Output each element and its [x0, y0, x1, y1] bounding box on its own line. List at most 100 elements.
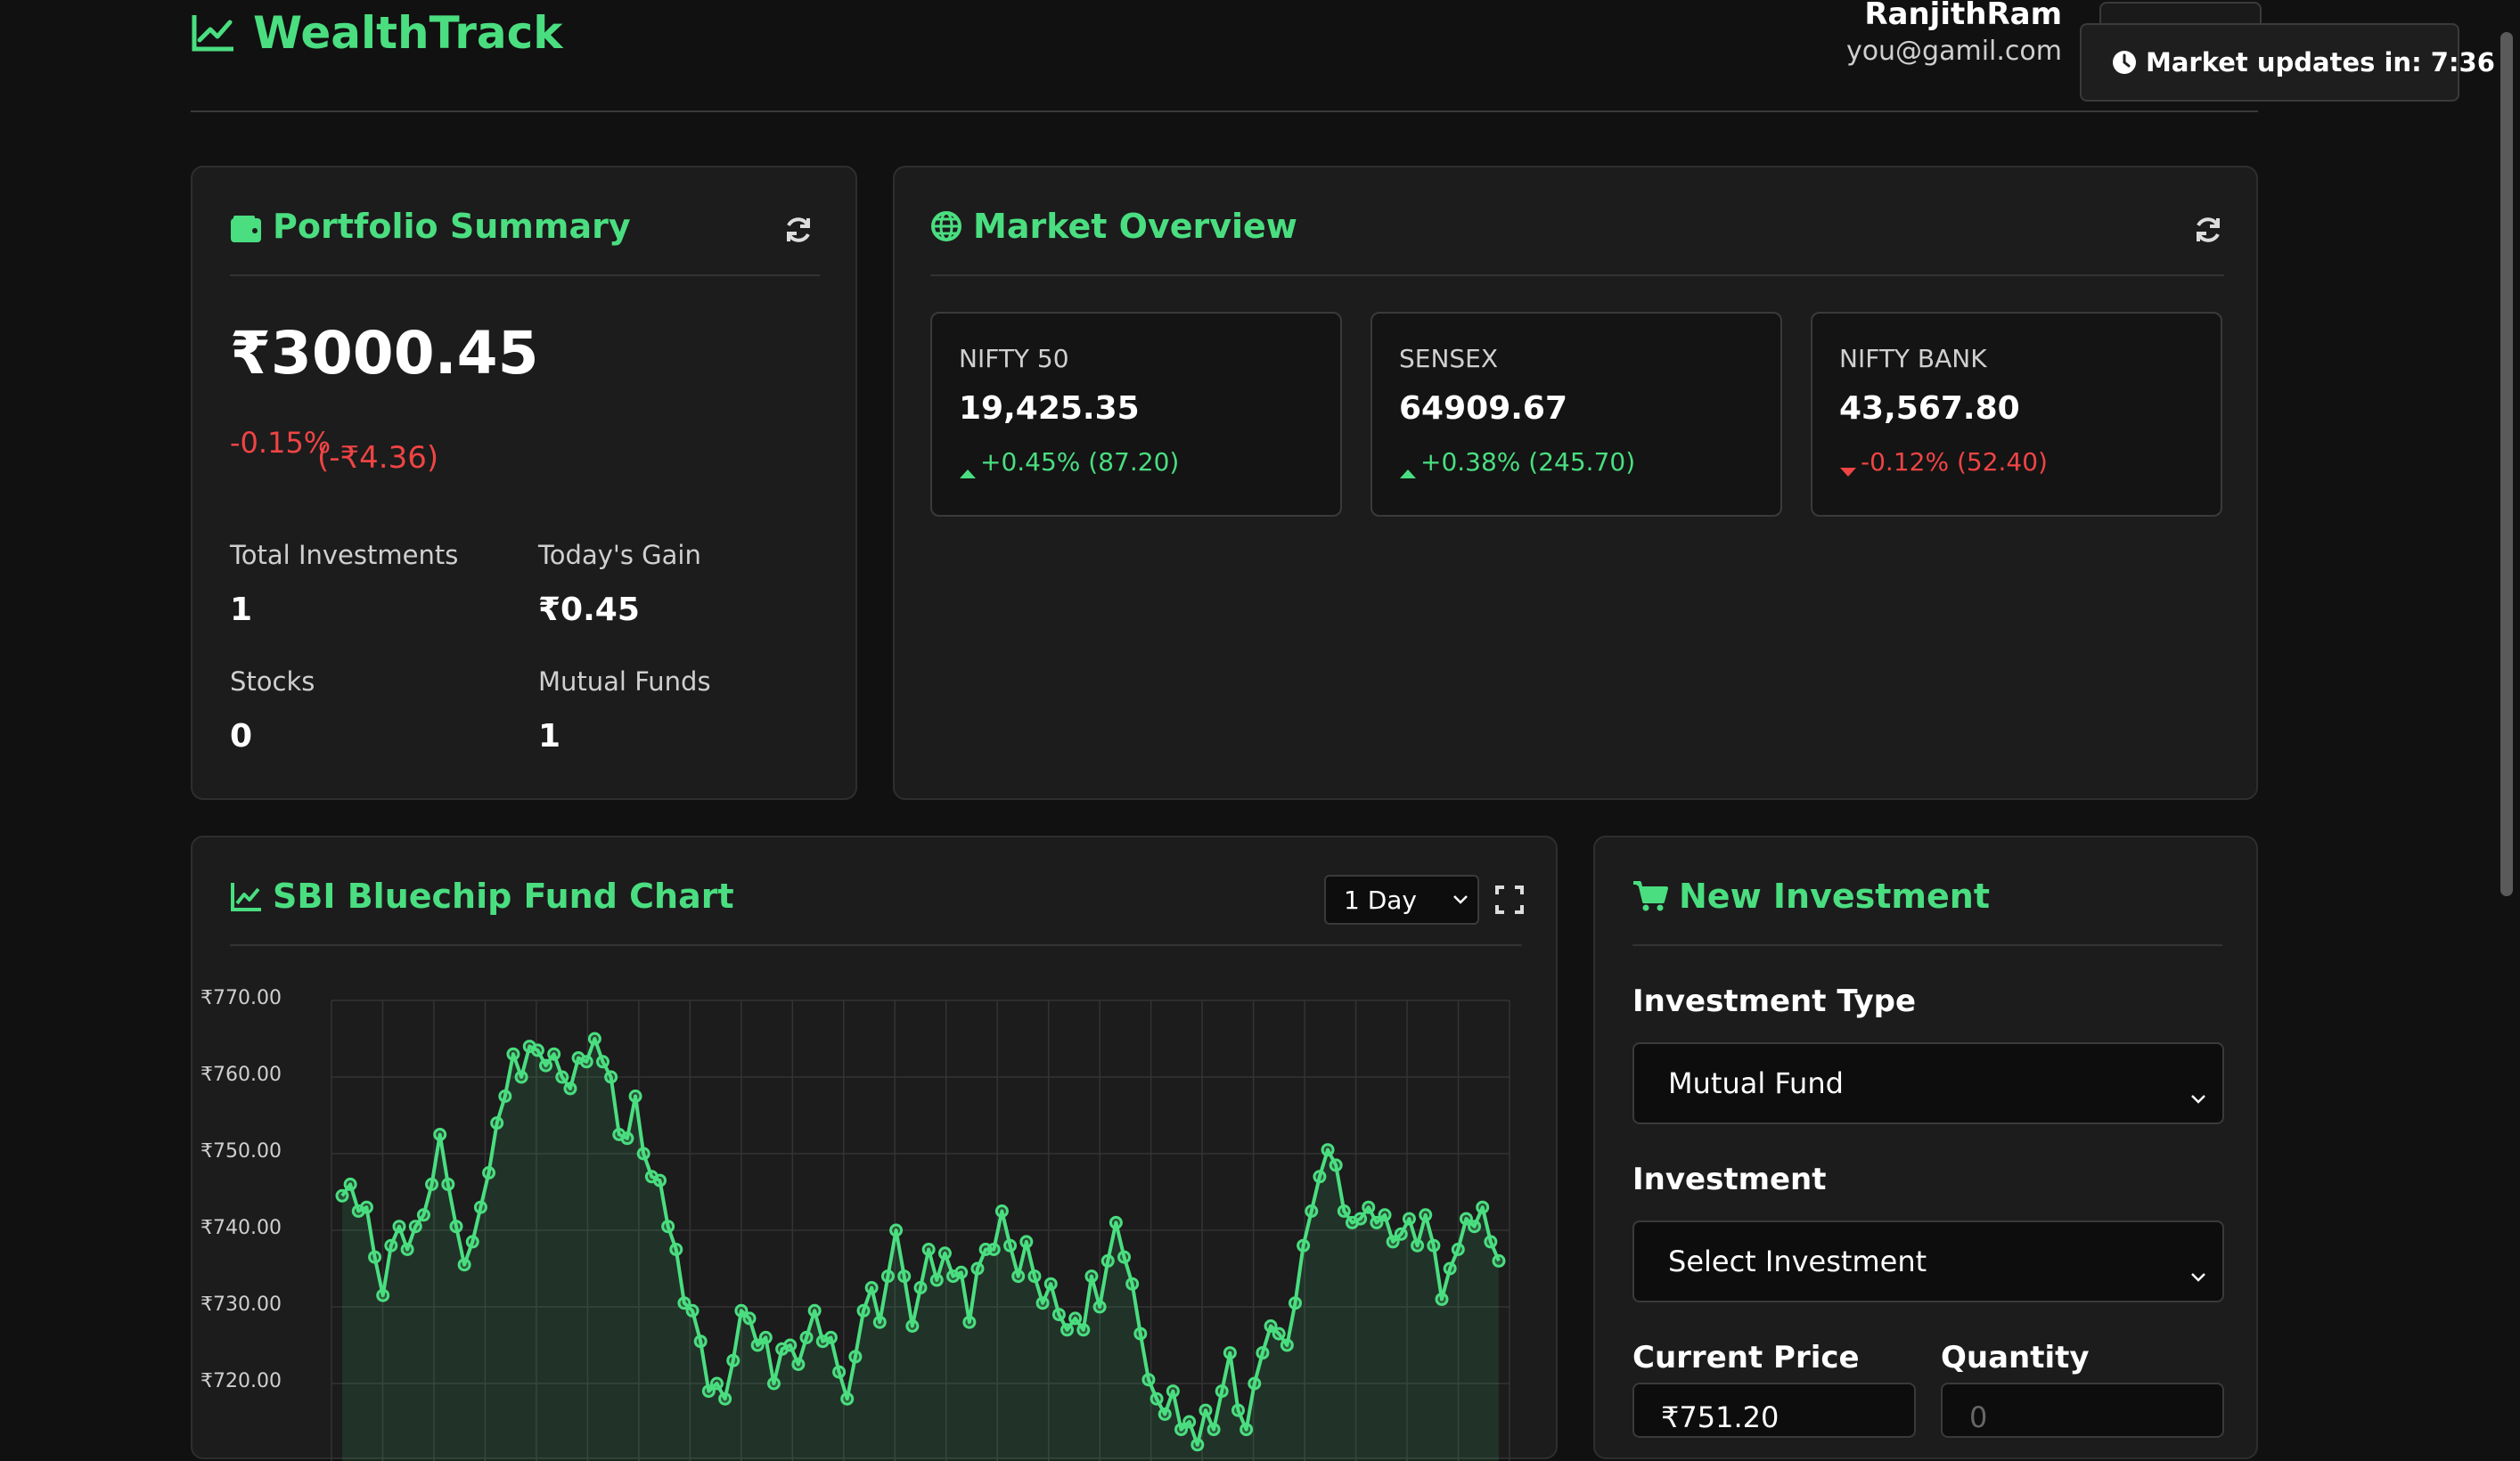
- data-point: [994, 1204, 1009, 1218]
- refresh-icon[interactable]: [2190, 212, 2226, 248]
- data-point: [1084, 1269, 1099, 1284]
- stat-value-todays-gain: ₹0.45: [538, 592, 640, 628]
- investment-select[interactable]: Select Investment: [1632, 1220, 2224, 1302]
- data-point: [482, 1166, 496, 1179]
- data-point: [799, 1330, 814, 1344]
- app-logo[interactable]: WealthTrack: [191, 7, 563, 59]
- user-email: you@gamil.com: [1845, 36, 2062, 67]
- scrollbar-track[interactable]: [2495, 0, 2520, 1436]
- index-card-nifty-bank[interactable]: NIFTY BANK 43,567.80 -0.12% (52.40): [1811, 312, 2222, 517]
- data-point: [970, 1261, 985, 1276]
- data-point: [872, 1315, 887, 1329]
- current-price-value: ₹751.20: [1661, 1400, 1780, 1434]
- index-card-nifty-50[interactable]: NIFTY 50 19,425.35 +0.45% (87.20): [930, 312, 1342, 517]
- index-name: NIFTY 50: [959, 344, 1069, 373]
- stat-label-mutual-funds: Mutual Funds: [538, 666, 711, 697]
- new-investment-title: New Investment: [1632, 877, 1990, 916]
- data-point: [1394, 1227, 1408, 1241]
- data-point: [1280, 1338, 1294, 1352]
- data-point: [1378, 1208, 1392, 1222]
- data-point: [1468, 1220, 1482, 1234]
- data-point: [1003, 1238, 1018, 1253]
- index-change: +0.45% (87.20): [959, 447, 1179, 478]
- data-point: [986, 1243, 1001, 1256]
- data-point: [1443, 1261, 1457, 1276]
- index-card-sensex[interactable]: SENSEX 64909.67 +0.38% (245.70): [1370, 312, 1782, 517]
- data-point: [766, 1376, 781, 1391]
- data-point: [913, 1281, 928, 1294]
- data-point: [937, 1246, 952, 1261]
- caret-up-icon: [1399, 456, 1417, 478]
- data-point: [1419, 1208, 1433, 1222]
- data-point: [384, 1238, 398, 1253]
- market-overview-title: Market Overview: [930, 207, 1297, 246]
- index-name: NIFTY BANK: [1839, 344, 1987, 373]
- data-point: [1272, 1326, 1286, 1341]
- data-point: [1207, 1423, 1221, 1437]
- scrollbar-thumb[interactable]: [2500, 32, 2513, 896]
- series-area-fill: [342, 1039, 1499, 1461]
- data-point: [1092, 1300, 1107, 1314]
- fund-chart-plot[interactable]: [192, 837, 1559, 1461]
- data-point: [465, 1235, 479, 1249]
- current-price-field[interactable]: ₹751.20: [1632, 1383, 1916, 1438]
- chevron-down-icon: [2190, 1256, 2206, 1282]
- data-point: [848, 1350, 863, 1364]
- app-title: WealthTrack: [253, 7, 563, 59]
- investment-select-value: Select Investment: [1668, 1245, 1927, 1278]
- current-price-label: Current Price: [1632, 1340, 1860, 1375]
- data-point: [514, 1070, 528, 1084]
- portfolio-change-abs: (-₹4.36): [317, 440, 439, 476]
- data-point: [1451, 1243, 1465, 1256]
- data-point: [709, 1376, 724, 1391]
- data-point: [652, 1173, 667, 1188]
- data-point: [661, 1220, 675, 1234]
- data-point: [490, 1116, 504, 1130]
- data-point: [1435, 1292, 1449, 1306]
- refresh-icon[interactable]: [781, 212, 816, 248]
- data-point: [1215, 1384, 1229, 1399]
- data-point: [498, 1090, 512, 1103]
- data-point: [628, 1090, 642, 1103]
- index-change: -0.12% (52.40): [1839, 447, 2048, 477]
- data-point: [840, 1392, 855, 1406]
- caret-up-icon: [959, 456, 977, 478]
- data-point: [1141, 1373, 1156, 1387]
- investment-type-label: Investment Type: [1632, 984, 1917, 1019]
- data-point: [1035, 1296, 1050, 1310]
- quantity-placeholder: 0: [1969, 1400, 1988, 1434]
- stat-label-todays-gain: Today's Gain: [538, 540, 701, 570]
- user-name: RanjithRam: [1864, 0, 2062, 32]
- investment-type-select[interactable]: Mutual Fund: [1632, 1042, 2224, 1124]
- data-point: [823, 1330, 838, 1344]
- data-point: [880, 1269, 895, 1284]
- data-point: [425, 1177, 439, 1191]
- portfolio-summary-card: Portfolio Summary ₹3000.45 -0.15% (-₹4.3…: [191, 166, 857, 800]
- data-point: [1068, 1311, 1083, 1326]
- data-point: [954, 1265, 969, 1279]
- quantity-label: Quantity: [1941, 1340, 2090, 1375]
- wallet-icon: [230, 212, 262, 242]
- data-point: [636, 1147, 650, 1161]
- caret-down-icon: [1839, 456, 1857, 477]
- data-point: [921, 1243, 936, 1256]
- data-point: [547, 1047, 561, 1061]
- data-point: [457, 1258, 471, 1272]
- data-point: [1150, 1392, 1164, 1406]
- quantity-field[interactable]: 0: [1941, 1383, 2224, 1438]
- data-point: [408, 1220, 422, 1234]
- data-point: [758, 1330, 773, 1344]
- data-point: [433, 1128, 447, 1141]
- data-point: [1076, 1323, 1091, 1337]
- investment-label: Investment: [1632, 1162, 1827, 1197]
- new-investment-card: New Investment Investment Type Mutual Fu…: [1593, 836, 2258, 1459]
- data-point: [579, 1055, 593, 1069]
- data-point: [1288, 1296, 1302, 1310]
- data-point: [335, 1188, 349, 1203]
- stat-label-total-investments: Total Investments: [230, 540, 459, 570]
- data-point: [1240, 1423, 1254, 1437]
- fund-chart-card: SBI Bluechip Fund Chart 1 Day ₹770.00 ₹7…: [191, 836, 1559, 1461]
- data-point: [905, 1319, 920, 1333]
- data-point: [1199, 1403, 1213, 1417]
- data-point: [791, 1358, 806, 1371]
